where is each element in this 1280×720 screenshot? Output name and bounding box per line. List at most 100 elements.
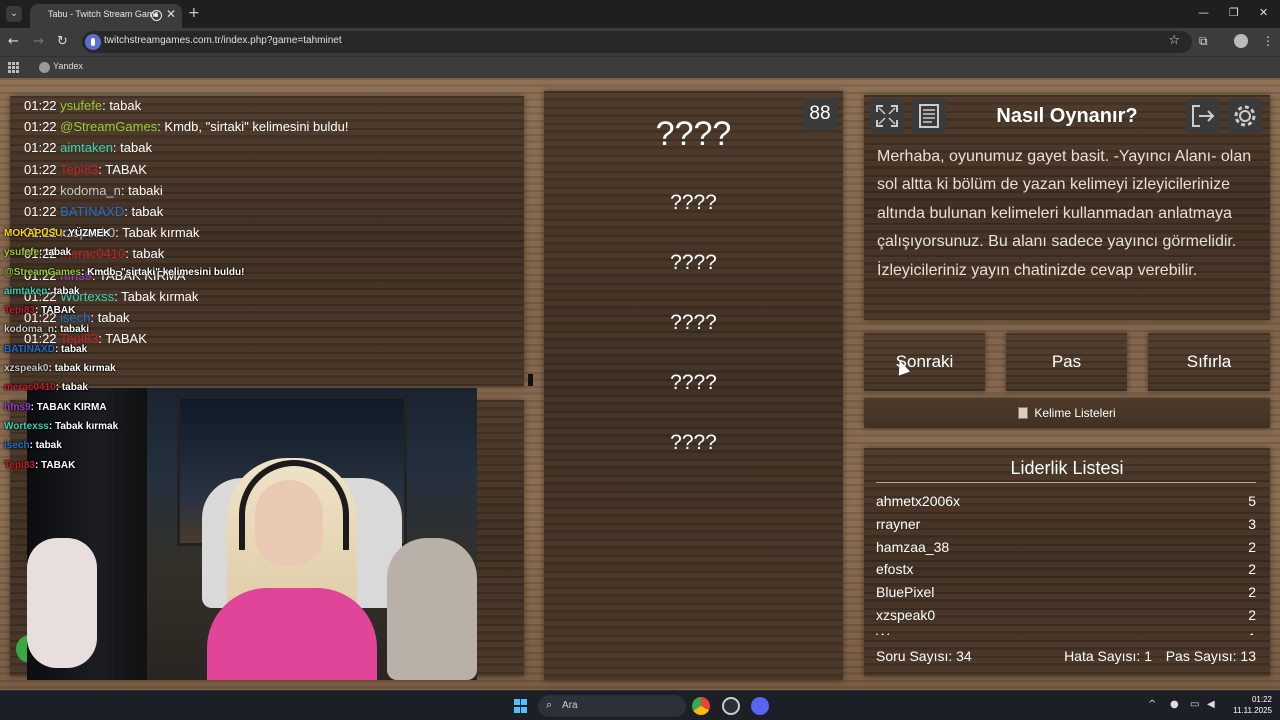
bookmark-yandex[interactable]: Yandex [53,61,83,71]
player-name: ahmetx2006x [876,493,961,509]
yandex-icon [39,62,50,73]
player-name: BluePixel [876,584,935,601]
chevron-up-icon[interactable]: ^ [1148,699,1156,710]
leaderboard-panel: Liderlik Listesi ahmetx2006x 5 rrayner 3 ham… [864,448,1270,676]
player-name: xzspeak0 [876,606,936,623]
overlay-chat-message: Tepi83: TABAK [4,305,244,324]
question-count: Soru Sayısı: 34 [876,648,972,664]
profile-avatar[interactable] [1234,34,1248,48]
player-score: 2 [1248,584,1256,601]
reset-button[interactable]: Sıfırla [1148,333,1270,391]
chat-username[interactable]: @StreamGames [60,119,157,134]
overlay-text: : YÜZMEK [62,228,111,239]
network-icon[interactable]: ▭ [1190,699,1199,710]
back-icon[interactable]: ← [8,34,19,49]
chat-username[interactable]: Tepi83 [60,162,98,177]
apps-grid-icon[interactable] [8,62,19,73]
chat-text: : tabak [102,98,142,113]
player-score: 2 [1248,606,1256,623]
exit-button[interactable] [1186,99,1220,133]
browser-toolbar: ← → ↻ twitchstreamgames.com.tr/index.php… [0,28,1280,56]
forward-icon[interactable]: → [33,34,44,49]
overlay-text: : tabak [29,440,62,452]
player-score: 3 [1248,515,1256,532]
restore-icon[interactable]: ❐ [1229,6,1239,19]
overlay-username: aimtaken [4,285,48,297]
taskbar-clock[interactable]: 01:22 11.11.2025 [1224,694,1272,716]
close-window-icon[interactable]: ✕ [1259,6,1268,19]
overlay-username: isech [4,440,30,452]
settings-button[interactable] [1228,99,1262,133]
overlay-chat-message: hfns9: TABAK KIRMA [4,402,244,421]
new-tab-button[interactable]: + [188,5,200,21]
search-placeholder: Ara [562,700,578,711]
overlay-chat-message: Tepi83: TABAK [4,460,244,479]
leaderboard-row: ahmetx2006x 5 [876,490,1256,513]
chat-time: 01:22 [24,161,57,177]
chat-message: 01:22 ysufefe: tabak [24,98,348,119]
microphone-icon[interactable]: ● [1170,699,1179,710]
tab-search-button[interactable]: ⌄ [6,6,22,22]
tab-strip: ⌄ Tabu - Twitch Stream Games ✕ + — ❐ ✕ [0,0,1280,28]
overlay-text: : tabak [39,247,72,259]
address-bar[interactable]: twitchstreamgames.com.tr/index.php?game=… [82,31,1192,53]
player-score: 1 [1248,630,1256,635]
word-lists-button[interactable]: Kelime Listeleri [864,398,1270,428]
gear-icon [1234,105,1256,127]
leaderboard-row: efostx 2 [876,558,1256,581]
overlay-chat-message: BATINAXD: tabak [4,344,244,363]
chat-time: 01:22 [24,203,57,219]
pass-button[interactable]: Pas [1006,333,1127,391]
overlay-username: kodoma_n [4,324,55,336]
overlay-username: ysufefe [4,247,40,259]
overlay-text: : TABAK [34,305,76,317]
chat-message: 01:22 kodoma_n: tabaki [24,183,348,204]
clock-time: 01:22 [1251,695,1272,704]
chat-username[interactable]: aimtaken [60,140,113,155]
forbidden-word: ???? [670,191,717,214]
next-button[interactable]: Sonraki [864,333,985,391]
overlay-username: @StreamGames [4,266,82,278]
words-panel: 88 ???? ???? ???? ???? ???? ???? [544,91,843,680]
chat-username[interactable]: kodoma_n [60,183,121,198]
extensions-icon[interactable]: ⧉ [1199,34,1208,49]
url-text[interactable]: twitchstreamgames.com.tr/index.php?game=… [104,35,342,46]
chat-username[interactable]: BATINAXD [60,204,124,219]
taskbar-search[interactable]: ⌕ Ara [538,695,686,717]
chrome-icon[interactable] [692,697,710,715]
overlay-username: xzspeak0 [4,363,49,375]
leaderboard-row: xzspeak0 2 [876,604,1256,627]
search-icon: ⌕ [546,698,553,711]
discord-icon[interactable] [751,697,769,715]
minimize-icon[interactable]: — [1198,6,1209,19]
close-tab-icon[interactable]: ✕ [166,7,176,21]
menu-icon[interactable]: ⋮ [1262,34,1274,48]
overlay-username: Tepi83 [4,459,35,471]
exit-icon [1192,105,1215,127]
chat-time: 01:22 [24,98,57,113]
site-info-icon[interactable] [85,34,101,50]
leaderboard-list[interactable]: ahmetx2006x 5 rrayner 3 hamzaa_38 2 efostx 2 Blu… [876,490,1256,635]
leaderboard-divider [876,482,1256,483]
player-name: rrayner [876,515,921,532]
chat-username[interactable]: ysufefe [60,98,102,113]
browser-tab[interactable]: Tabu - Twitch Stream Games ✕ [30,4,182,28]
start-icon[interactable] [514,699,528,713]
chat-scrollbar[interactable] [528,374,533,386]
error-count: Hata Sayısı: 1 [1064,648,1152,664]
overlay-chat-message: ysufefe: tabak [4,247,244,266]
overlay-text: : TABAK KIRMA [30,401,107,413]
leaderboard-row: Wrayon 1 [876,627,1256,635]
overlay-text: : Kmdb, "sirtaki" kelimesini buldu! [81,266,245,278]
bookmark-star-icon[interactable]: ☆ [1168,33,1180,48]
reload-icon[interactable]: ↻ [57,34,68,49]
overlay-username: merac0410 [4,382,56,394]
player-score: 5 [1248,493,1256,509]
volume-icon[interactable]: ◀ [1207,699,1215,710]
windows-taskbar: ⌕ Ara ^ ● ▭ ◀ 01:22 11.11.2025 [0,690,1280,720]
overlay-username: Tepi83 [4,305,35,317]
overlay-text: : Tabak kırmak [48,420,119,432]
webcam-streamer-body [207,588,377,680]
app-icon[interactable] [722,697,740,715]
audio-playing-icon[interactable] [151,10,162,21]
